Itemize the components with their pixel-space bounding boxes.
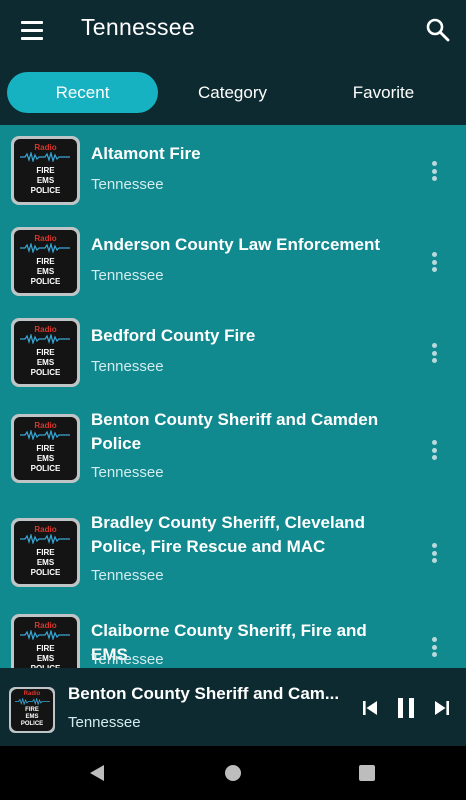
more-vert-icon[interactable]: [424, 250, 444, 274]
station-logo: Radio FIREEMSPOLICE: [11, 614, 80, 668]
now-playing-logo: Radio FIRE EMS POLICE: [9, 687, 55, 733]
menu-icon[interactable]: [14, 12, 50, 48]
more-vert-icon[interactable]: [424, 635, 444, 659]
list-item[interactable]: Radio FIRE EMS POLICE Altamont Fire Tennes…: [0, 125, 466, 216]
station-list: Radio FIRE EMS POLICE Altamont Fire Tennes…: [0, 125, 466, 668]
station-logo: Radio FIREEMSPOLICE: [11, 518, 80, 587]
page-title: Tennessee: [81, 14, 195, 40]
station-subtitle: Tennessee: [91, 176, 164, 193]
station-subtitle: Tennessee: [91, 358, 164, 375]
list-item[interactable]: Radio FIRE EMS POLICE Bedford County Fire …: [0, 307, 466, 398]
more-vert-icon[interactable]: [424, 541, 444, 565]
more-vert-icon[interactable]: [424, 159, 444, 183]
nav-home-icon[interactable]: [220, 760, 246, 786]
list-item[interactable]: Radio FIRE EMS POLICE Bradley County Sheri…: [0, 503, 466, 603]
more-vert-icon[interactable]: [424, 341, 444, 365]
station-logo: Radio FIREEMSPOLICE: [11, 318, 80, 387]
skip-next-icon[interactable]: [429, 695, 455, 721]
station-logo: Radio FIREEMSPOLICE: [11, 136, 80, 205]
system-nav-bar: [0, 746, 466, 800]
nav-recents-icon[interactable]: [354, 760, 380, 786]
station-subtitle: Tennessee: [91, 651, 164, 668]
station-title: Benton County Sheriff and Camden Police: [91, 410, 379, 453]
station-subtitle: Tennessee: [91, 567, 164, 584]
station-title: Altamont Fire: [91, 144, 201, 163]
skip-previous-icon[interactable]: [357, 695, 383, 721]
search-icon[interactable]: [423, 15, 453, 45]
nav-back-icon[interactable]: [84, 760, 110, 786]
now-playing-title: Benton County Sheriff and Cam...: [68, 684, 340, 703]
pause-icon[interactable]: [393, 695, 419, 721]
station-subtitle: Tennessee: [91, 464, 164, 481]
tab-recent[interactable]: Recent: [7, 72, 158, 113]
more-vert-icon[interactable]: [424, 438, 444, 462]
now-playing-subtitle: Tennessee: [68, 714, 141, 731]
list-item[interactable]: Radio FIRE EMS POLICE Anderson County Law …: [0, 216, 466, 307]
tab-favorite[interactable]: Favorite: [308, 72, 459, 113]
station-title: Bedford County Fire: [91, 326, 256, 345]
station-logo: Radio FIREEMSPOLICE: [11, 414, 80, 483]
tab-category[interactable]: Category: [157, 72, 308, 113]
list-item[interactable]: Radio FIRE EMS POLICE Benton County Sherif…: [0, 398, 466, 503]
tab-bar: Recent Category Favorite: [0, 70, 466, 116]
station-logo: Radio FIREEMSPOLICE: [11, 227, 80, 296]
list-item[interactable]: Radio FIREEMSPOLICE Claiborne County She…: [0, 603, 466, 668]
station-subtitle: Tennessee: [91, 267, 164, 284]
now-playing-bar[interactable]: Radio FIRE EMS POLICE Benton County Sherif…: [0, 668, 466, 746]
app-bar: Tennessee Recent Category Favorite: [0, 0, 466, 125]
station-title: Bradley County Sheriff, Cleveland Police…: [91, 513, 365, 556]
station-title: Anderson County Law Enforcement: [91, 235, 381, 254]
